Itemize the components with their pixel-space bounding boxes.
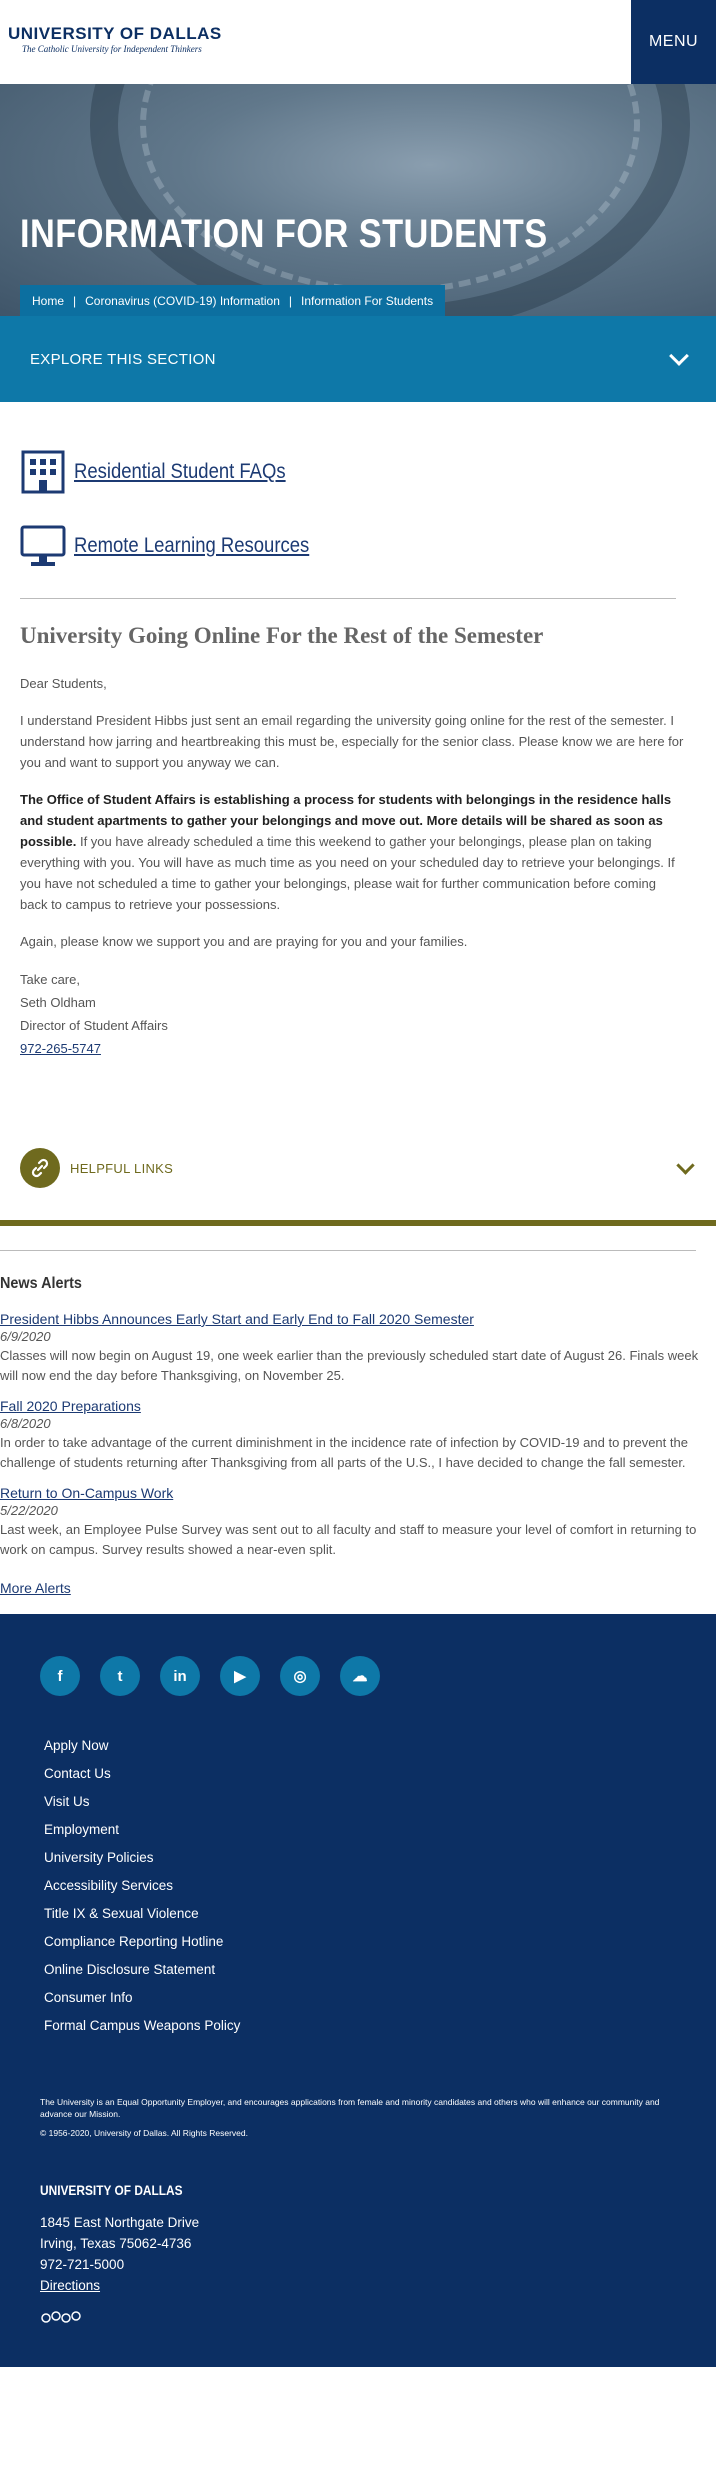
divider — [20, 598, 676, 599]
linkedin-icon[interactable]: in — [160, 1656, 200, 1696]
more-alerts-link[interactable]: More Alerts — [0, 1580, 71, 1596]
address-line-1: 1845 East Northgate Drive — [40, 2215, 200, 2230]
explore-label: EXPLORE THIS SECTION — [30, 350, 216, 368]
quick-link-label: Remote Learning Resources — [74, 534, 310, 557]
paragraph: Again, please know we support you and ar… — [20, 934, 468, 949]
olive-divider — [0, 1220, 716, 1226]
news-item-title[interactable]: Fall 2020 Preparations — [0, 1398, 716, 1414]
directions-link[interactable]: Directions — [40, 2278, 100, 2293]
breadcrumb-separator: | — [288, 293, 292, 308]
footer-university-name: UNIVERSITY OF DALLAS — [40, 2182, 183, 2198]
monitor-icon — [20, 525, 66, 566]
hero-banner: INFORMATION FOR STUDENTS Home | Coronavi… — [0, 84, 716, 316]
main-content: Residential Student FAQs Remote Learning… — [0, 402, 716, 1060]
breadcrumb-separator: | — [73, 293, 77, 308]
news-item-body: In order to take advantage of the curren… — [0, 1435, 688, 1470]
footer-address: 1845 East Northgate Drive Irving, Texas … — [40, 2212, 676, 2296]
signer-name: Seth Oldham — [20, 995, 96, 1010]
breadcrumb-current: Information For Students — [301, 293, 434, 308]
footer-link-compliance[interactable]: Compliance Reporting Hotline — [44, 1928, 676, 1956]
university-logo[interactable]: UNIVERSITY OF DALLAS The Catholic Univer… — [0, 0, 222, 84]
news-item-body: Classes will now begin on August 19, one… — [0, 1348, 699, 1383]
page-title: INFORMATION FOR STUDENTS — [20, 212, 548, 256]
logo-tagline: The Catholic University for Independent … — [22, 44, 202, 54]
news-alerts-title: News Alerts — [0, 1275, 82, 1292]
chevron-down-icon — [669, 346, 689, 366]
helpful-links-label: HELPFUL LINKS — [70, 1160, 174, 1176]
news-item-body: Last week, an Employee Pulse Survey was … — [0, 1522, 697, 1557]
footer-link-weapons-policy[interactable]: Formal Campus Weapons Policy — [44, 2012, 676, 2040]
explore-section-toggle[interactable]: EXPLORE THIS SECTION — [0, 316, 716, 402]
logo-name: UNIVERSITY OF DALLAS — [8, 24, 222, 43]
signer-role: Director of Student Affairs — [20, 1018, 168, 1033]
address-line-2: Irving, Texas 75062-4736 — [40, 2236, 192, 2251]
news-item-date: 5/22/2020 — [0, 1503, 58, 1518]
phone-link[interactable]: 972-265-5747 — [20, 1041, 101, 1056]
helpful-links-toggle[interactable]: HELPFUL LINKS — [0, 1132, 716, 1204]
quick-link-residential-faqs[interactable]: Residential Student FAQs — [20, 450, 696, 494]
youtube-icon[interactable]: ▶ — [220, 1656, 260, 1696]
closing: Take care, — [20, 972, 80, 987]
instagram-icon[interactable]: ◎ — [280, 1656, 320, 1696]
quick-link-remote-learning[interactable]: Remote Learning Resources — [20, 524, 696, 568]
paragraph-rest: If you have already scheduled a time thi… — [20, 834, 675, 912]
news-item: Fall 2020 Preparations 6/8/2020 In order… — [0, 1398, 716, 1473]
footer-link-employment[interactable]: Employment — [44, 1816, 676, 1844]
news-alerts-section: News Alerts President Hibbs Announces Ea… — [0, 1250, 716, 1598]
article-title: University Going Online For the Rest of … — [20, 623, 544, 648]
news-item-date: 6/9/2020 — [0, 1329, 51, 1344]
quick-link-label: Residential Student FAQs — [74, 460, 286, 483]
footer-link-consumer-info[interactable]: Consumer Info — [44, 1984, 676, 2012]
footer-links: Apply Now Contact Us Visit Us Employment… — [44, 1732, 676, 2040]
twitter-icon[interactable]: t — [100, 1656, 140, 1696]
breadcrumb-home[interactable]: Home — [32, 294, 64, 308]
site-footer: f t in ▶ ◎ ☁ Apply Now Contact Us Visit … — [0, 1614, 716, 2367]
news-item: Return to On-Campus Work 5/22/2020 Last … — [0, 1485, 716, 1560]
soundcloud-icon[interactable]: ☁ — [340, 1656, 380, 1696]
building-icon — [21, 450, 65, 494]
paragraph: The Office of Student Affairs is establi… — [20, 789, 696, 915]
copyright: © 1956-2020, University of Dallas. All R… — [40, 2128, 248, 2138]
footer-link-disclosure[interactable]: Online Disclosure Statement — [44, 1956, 676, 1984]
helpful-links-header: HELPFUL LINKS — [20, 1148, 173, 1188]
university-mark-icon — [40, 2310, 676, 2327]
footer-link-apply[interactable]: Apply Now — [44, 1732, 676, 1760]
news-item: President Hibbs Announces Early Start an… — [0, 1311, 716, 1386]
footer-link-policies[interactable]: University Policies — [44, 1844, 676, 1872]
facebook-icon[interactable]: f — [40, 1656, 80, 1696]
divider — [0, 1250, 696, 1251]
breadcrumb-covid[interactable]: Coronavirus (COVID-19) Information — [85, 294, 280, 308]
equal-opportunity-statement: The University is an Equal Opportunity E… — [40, 2097, 660, 2119]
menu-button[interactable]: MENU — [631, 0, 716, 84]
link-icon — [20, 1148, 60, 1188]
footer-link-visit[interactable]: Visit Us — [44, 1788, 676, 1816]
site-header: UNIVERSITY OF DALLAS The Catholic Univer… — [0, 0, 716, 84]
footer-phone[interactable]: 972-721-5000 — [40, 2254, 676, 2275]
footer-link-contact[interactable]: Contact Us — [44, 1760, 676, 1788]
chevron-down-icon — [676, 1155, 695, 1175]
breadcrumb: Home | Coronavirus (COVID-19) Informatio… — [20, 285, 446, 316]
signature: Take care, Seth Oldham Director of Stude… — [20, 968, 696, 1060]
news-item-title[interactable]: President Hibbs Announces Early Start an… — [0, 1311, 716, 1327]
footer-link-title-ix[interactable]: Title IX & Sexual Violence — [44, 1900, 676, 1928]
salutation: Dear Students, — [20, 676, 107, 691]
news-item-date: 6/8/2020 — [0, 1416, 51, 1431]
footer-link-accessibility[interactable]: Accessibility Services — [44, 1872, 676, 1900]
social-links: f t in ▶ ◎ ☁ — [40, 1656, 676, 1696]
news-item-title[interactable]: Return to On-Campus Work — [0, 1485, 716, 1501]
paragraph: I understand President Hibbs just sent a… — [20, 713, 684, 770]
